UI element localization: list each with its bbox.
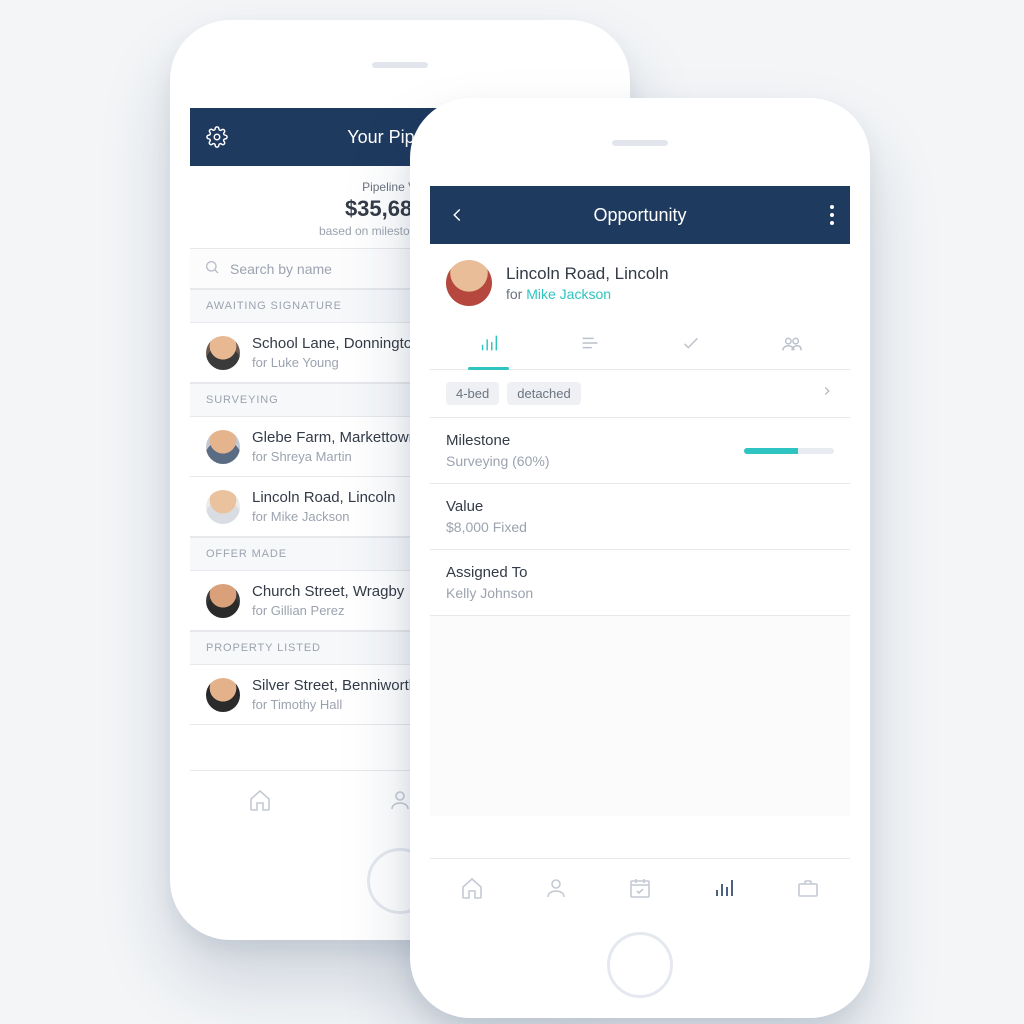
tab-contacts[interactable]: [543, 875, 569, 901]
list-item-sub: for Mike Jackson: [252, 509, 395, 524]
avatar: [446, 260, 492, 306]
list-item-title: Silver Street, Benniworth: [252, 677, 417, 695]
avatar: [206, 678, 240, 712]
avatar: [206, 490, 240, 524]
tab-tasks[interactable]: [640, 322, 741, 369]
tab-home[interactable]: [459, 875, 485, 901]
opportunity-title: Opportunity: [593, 205, 686, 226]
settings-button[interactable]: [190, 108, 244, 166]
avatar: [206, 336, 240, 370]
opportunity-name: Lincoln Road, Lincoln: [506, 264, 669, 284]
back-button[interactable]: [430, 186, 484, 244]
contact-link[interactable]: Mike Jackson: [526, 286, 611, 302]
list-item-title: School Lane, Donnington: [252, 335, 420, 353]
list-item-sub: for Timothy Hall: [252, 697, 417, 712]
value-value: $8,000 Fixed: [446, 519, 834, 535]
milestone-value: Surveying (60%): [446, 453, 550, 469]
more-vertical-icon: [830, 205, 834, 225]
chevron-right-icon: [820, 384, 834, 403]
opportunity-navbar: Opportunity: [430, 186, 850, 244]
assigned-label: Assigned To: [446, 564, 834, 581]
chip: detached: [507, 382, 581, 405]
tab-notes[interactable]: [539, 322, 640, 369]
people-icon: [781, 332, 803, 359]
opportunity-tabs: [430, 322, 850, 370]
empty-area: [430, 616, 850, 816]
milestone-field[interactable]: Milestone Surveying (60%): [430, 418, 850, 484]
avatar: [206, 584, 240, 618]
check-icon: [680, 332, 702, 359]
list-item-sub: for Shreya Martin: [252, 449, 417, 464]
gear-icon: [206, 126, 228, 148]
assigned-field[interactable]: Assigned To Kelly Johnson: [430, 550, 850, 616]
list-item-title: Church Street, Wragby: [252, 583, 404, 601]
home-button[interactable]: [607, 932, 673, 998]
assigned-value: Kelly Johnson: [446, 585, 834, 601]
avatar: [206, 430, 240, 464]
phone-opportunity: Opportunity Lincoln Road, Lincoln for Mi…: [410, 98, 870, 1018]
chip: 4-bed: [446, 382, 499, 405]
tab-briefcase[interactable]: [795, 875, 821, 901]
speaker: [372, 62, 428, 68]
list-item-title: Glebe Farm, Markettown: [252, 429, 417, 447]
list-item-title: Lincoln Road, Lincoln: [252, 489, 395, 507]
search-icon: [204, 259, 220, 278]
milestone-label: Milestone: [446, 432, 550, 449]
list-item-sub: for Gillian Perez: [252, 603, 404, 618]
tab-overview[interactable]: [438, 322, 539, 369]
search-placeholder: Search by name: [230, 261, 332, 277]
opportunity-header: Lincoln Road, Lincoln for Mike Jackson: [430, 244, 850, 322]
bars-icon: [478, 332, 500, 359]
tab-people[interactable]: [741, 322, 842, 369]
tab-calendar[interactable]: [627, 875, 653, 901]
tags-row[interactable]: 4-bed detached: [430, 370, 850, 418]
value-label: Value: [446, 498, 834, 515]
chevron-left-icon: [446, 204, 468, 226]
tab-home[interactable]: [247, 787, 273, 813]
more-button[interactable]: [814, 186, 850, 244]
speaker: [612, 140, 668, 146]
tab-bar: [430, 858, 850, 916]
opportunity-screen: Opportunity Lincoln Road, Lincoln for Mi…: [430, 186, 850, 858]
list-item-sub: for Luke Young: [252, 355, 420, 370]
tab-pipeline[interactable]: [711, 875, 737, 901]
milestone-progress: [744, 448, 834, 454]
opportunity-for: for Mike Jackson: [506, 286, 669, 302]
lines-icon: [579, 332, 601, 359]
value-field[interactable]: Value $8,000 Fixed: [430, 484, 850, 550]
